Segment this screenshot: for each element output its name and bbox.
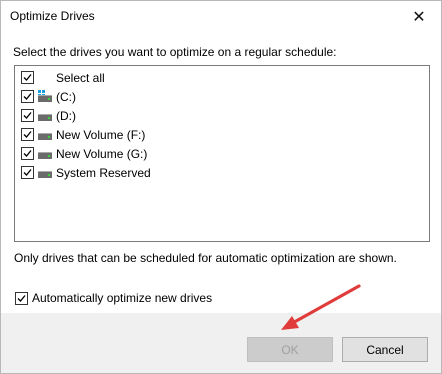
close-icon[interactable]: ✕	[397, 1, 441, 32]
list-item[interactable]: New Volume (G:)	[21, 144, 147, 163]
select-all-row[interactable]: Select all	[21, 68, 105, 87]
system-drive-icon	[38, 89, 52, 102]
list-item[interactable]: (C:)	[21, 87, 76, 106]
drive-checkbox[interactable]	[21, 147, 34, 160]
dialog-footer: OK Cancel	[1, 313, 441, 373]
dialog-title: Optimize Drives	[10, 9, 95, 23]
ok-button[interactable]: OK	[247, 337, 333, 362]
drive-checkbox[interactable]	[21, 109, 34, 122]
title-bar: Optimize Drives ✕	[1, 1, 441, 32]
drive-label: System Reserved	[56, 165, 151, 180]
select-all-checkbox[interactable]	[21, 71, 34, 84]
instruction-text: Select the drives you want to optimize o…	[13, 45, 337, 59]
auto-optimize-checkbox[interactable]	[15, 291, 28, 305]
drive-checkbox[interactable]	[21, 166, 34, 179]
list-item[interactable]: New Volume (F:)	[21, 125, 145, 144]
auto-optimize-label: Automatically optimize new drives	[32, 291, 213, 305]
drive-checkbox[interactable]	[21, 128, 34, 141]
drive-label: New Volume (G:)	[56, 146, 148, 161]
list-item[interactable]: (D:)	[21, 106, 76, 125]
drive-list[interactable]: Select all (C:) (D:) New Volume (F:) New…	[14, 65, 430, 242]
drive-label: (C:)	[56, 89, 76, 104]
list-item[interactable]: System Reserved	[21, 163, 151, 182]
drive-label: (D:)	[56, 108, 76, 123]
drive-icon	[38, 149, 52, 159]
auto-optimize-row[interactable]: Automatically optimize new drives	[15, 291, 212, 305]
drive-icon	[38, 130, 52, 140]
drive-icon	[38, 168, 52, 178]
cancel-button[interactable]: Cancel	[342, 337, 428, 362]
drive-icon	[38, 111, 52, 121]
drive-checkbox[interactable]	[21, 90, 34, 103]
drive-label: New Volume (F:)	[56, 127, 146, 142]
select-all-label: Select all	[56, 70, 105, 85]
dialog-body: Select the drives you want to optimize o…	[1, 32, 441, 313]
info-note: Only drives that can be scheduled for au…	[14, 251, 397, 265]
optimize-drives-dialog: Optimize Drives ✕ Select the drives you …	[0, 0, 442, 374]
